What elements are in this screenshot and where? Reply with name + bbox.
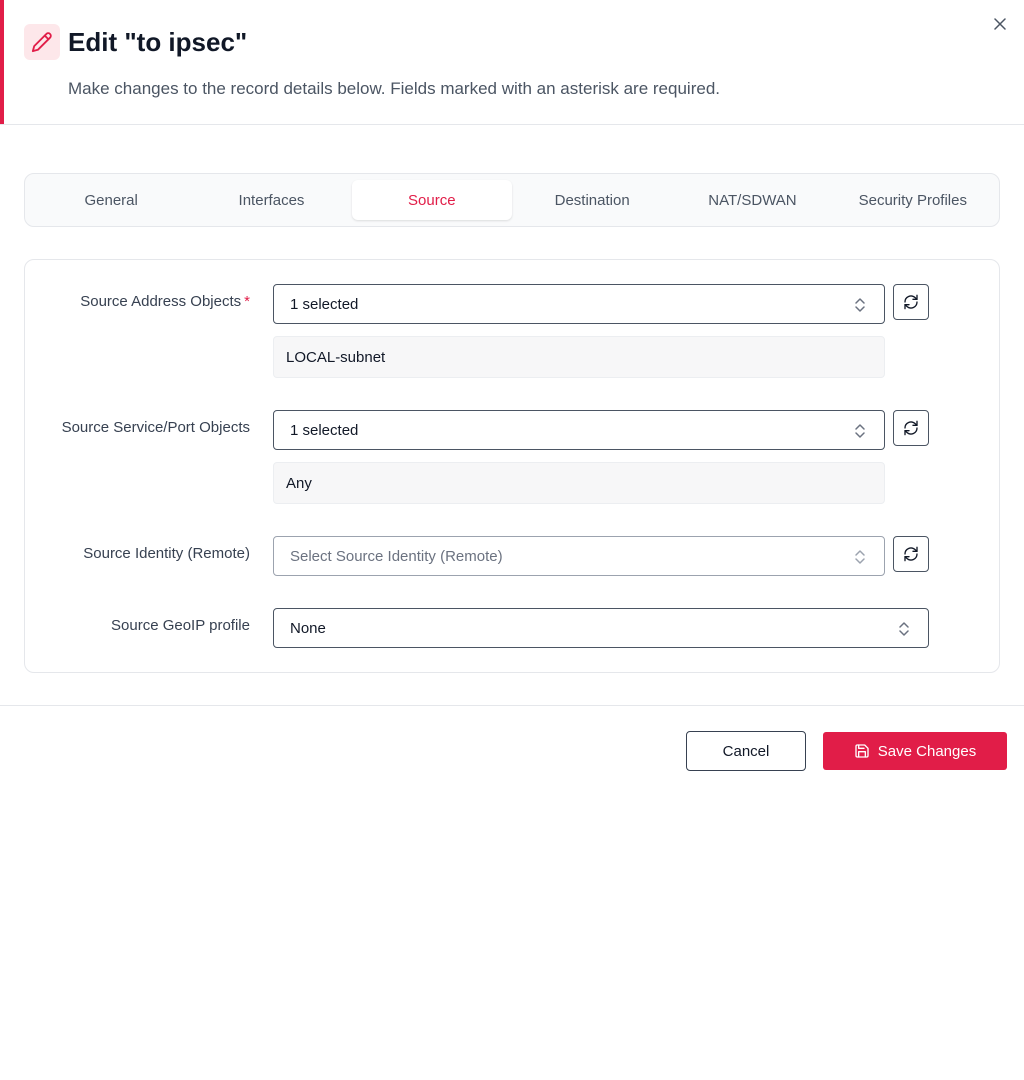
required-asterisk: * [244, 293, 250, 310]
tab-destination[interactable]: Destination [512, 180, 672, 220]
source-geoip-value: None [290, 619, 326, 637]
source-service-value: 1 selected [290, 421, 359, 439]
tab-general[interactable]: General [31, 180, 191, 220]
source-identity-label: Source Identity (Remote) [83, 545, 250, 562]
tab-nat-sdwan[interactable]: NAT/SDWAN [672, 180, 832, 220]
source-address-selected-item: LOCAL-subnet [273, 336, 885, 378]
tab-interfaces[interactable]: Interfaces [191, 180, 351, 220]
source-address-value: 1 selected [290, 295, 359, 313]
chevron-up-down-icon [855, 424, 865, 438]
chevron-up-down-icon [855, 550, 865, 564]
source-geoip-label: Source GeoIP profile [111, 617, 250, 634]
refresh-icon [904, 546, 918, 562]
save-changes-button[interactable]: Save Changes [823, 732, 1007, 770]
refresh-icon [904, 420, 918, 436]
source-address-select[interactable]: 1 selected [273, 284, 885, 324]
source-form-panel: Source Address Objects * 1 selected LOCAL… [24, 259, 1000, 673]
source-service-select[interactable]: 1 selected [273, 410, 885, 450]
source-identity-placeholder: Select Source Identity (Remote) [290, 547, 503, 565]
chevron-up-down-icon [855, 298, 865, 312]
accent-bar [0, 0, 4, 124]
source-address-label: Source Address Objects * [25, 292, 250, 312]
cancel-button[interactable]: Cancel [686, 731, 806, 771]
tab-bar: General Interfaces Source Destination NA… [24, 173, 1000, 227]
refresh-icon [904, 294, 918, 310]
dialog-footer: Cancel Save Changes [0, 705, 1024, 795]
save-changes-label: Save Changes [877, 742, 977, 760]
tab-source[interactable]: Source [351, 180, 512, 220]
source-identity-select[interactable]: Select Source Identity (Remote) [273, 536, 885, 576]
save-icon [855, 744, 869, 758]
source-service-label: Source Service/Port Objects [61, 419, 250, 436]
chevron-up-down-icon [899, 622, 909, 636]
tab-security-profiles[interactable]: Security Profiles [833, 180, 993, 220]
source-service-refresh-button[interactable] [893, 410, 929, 446]
source-service-selected-item: Any [273, 462, 885, 504]
pencil-icon [24, 24, 60, 60]
dialog-header: Edit "to ipsec" Make changes to the reco… [0, 0, 1024, 125]
dialog-subtitle: Make changes to the record details below… [68, 79, 720, 98]
source-address-label-text: Source Address Objects [80, 293, 242, 310]
source-geoip-select[interactable]: None [273, 608, 929, 648]
source-address-refresh-button[interactable] [893, 284, 929, 320]
dialog-title: Edit "to ipsec" [68, 27, 248, 57]
close-icon[interactable] [990, 14, 1010, 34]
source-identity-refresh-button[interactable] [893, 536, 929, 572]
